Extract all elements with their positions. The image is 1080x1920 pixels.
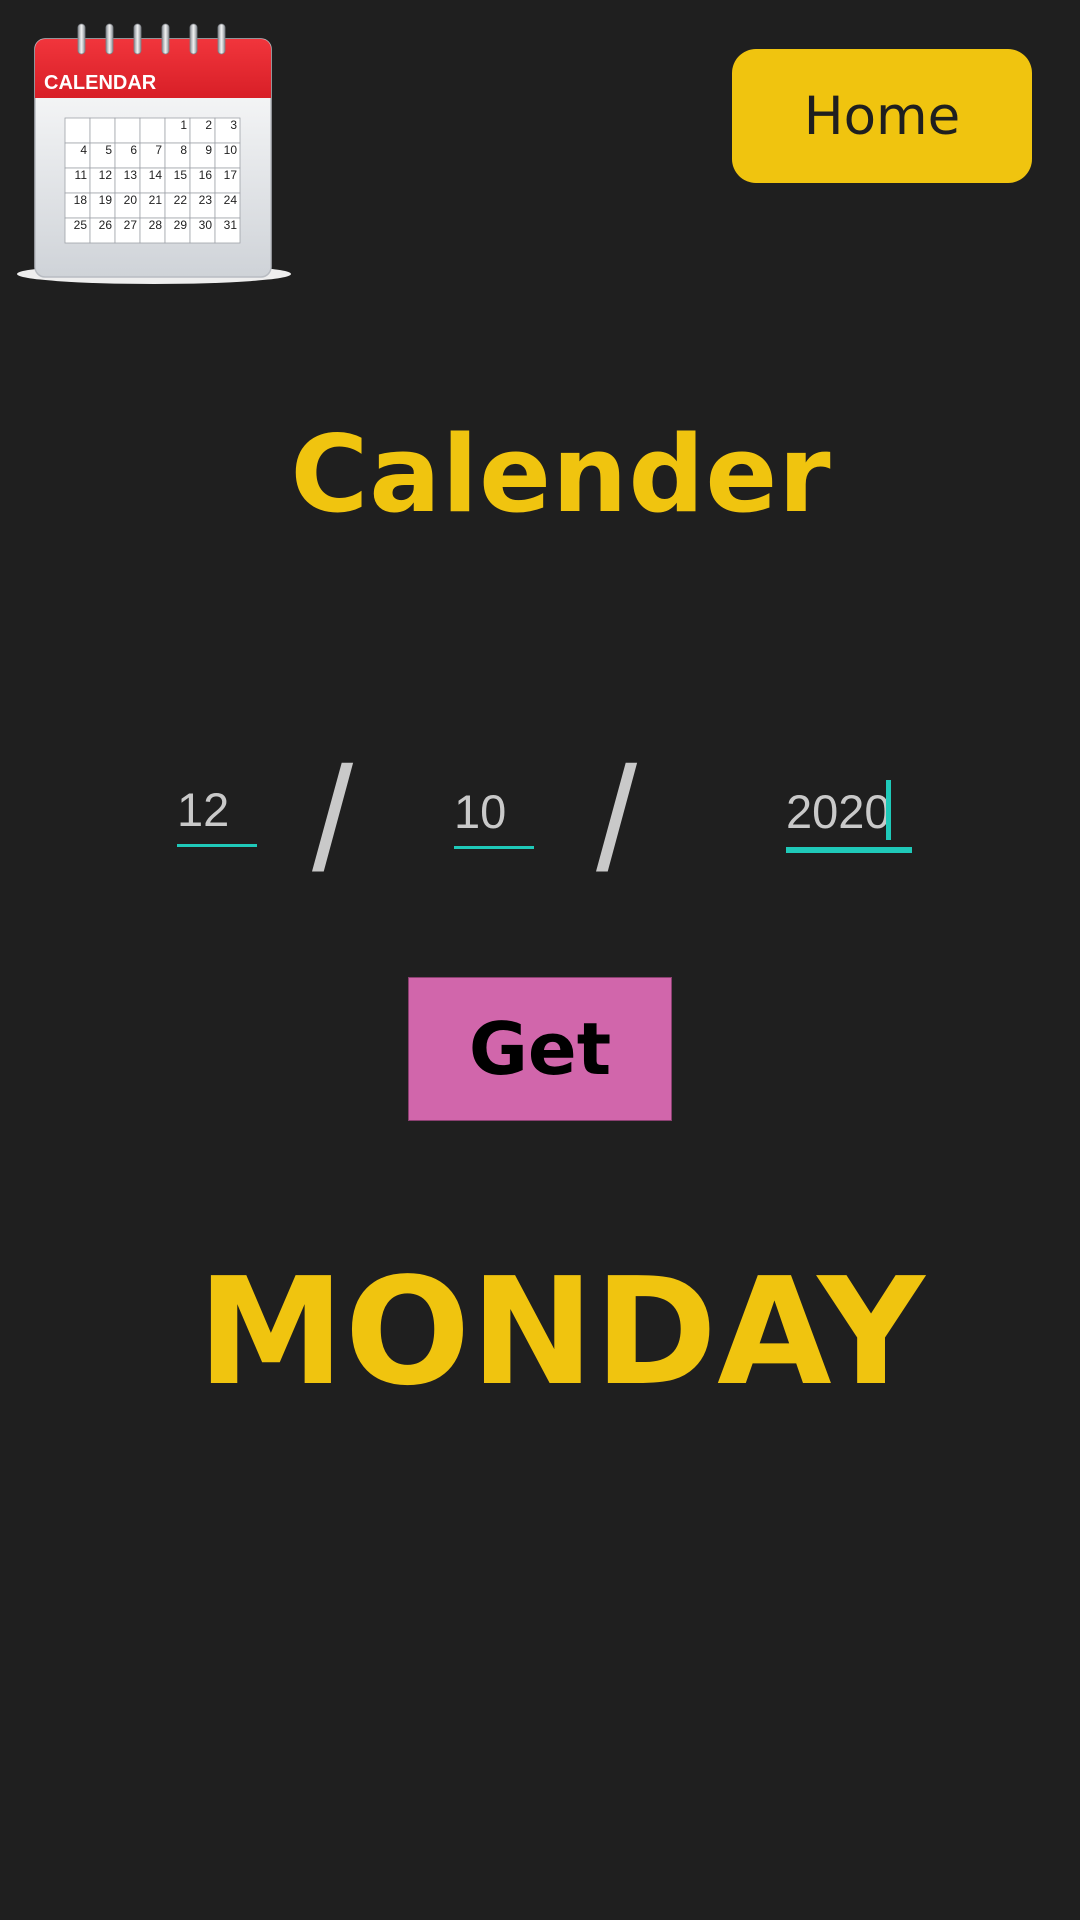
month-input[interactable]: 10 [454,784,534,850]
calendar-logo-day: 22 [174,193,188,207]
month-input-underline [454,846,534,849]
calendar-logo-day: 9 [205,143,212,157]
calendar-logo-day: 29 [174,218,188,232]
calendar-logo-cell [64,117,91,144]
calendar-logo-day: 16 [199,168,213,182]
day-input[interactable]: 12 [177,782,257,848]
calendar-logo-day: 24 [224,193,238,207]
calendar-logo-day: 30 [199,218,213,232]
day-input-underline [177,844,257,847]
calendar-logo-day: 8 [180,143,187,157]
calendar-logo-day: 23 [199,193,213,207]
calendar-logo-day: 10 [224,143,238,157]
text-cursor [886,780,891,840]
home-button[interactable]: Home [732,49,1032,183]
day-input-value: 12 [177,783,230,836]
calendar-logo-day: 11 [75,168,88,182]
calendar-logo-day: 14 [149,168,163,182]
calendar-logo-cell [89,117,116,144]
calendar-logo-day: 27 [124,218,138,232]
calendar-logo-grid: 1 2 34 5 6 7 8 9 1011 12 13 14 15 16 1718 19 20 21 22 23 242… [64,117,241,244]
calendar-logo-day: 2 [205,118,212,132]
calendar-logo-day: 28 [149,218,163,232]
year-input[interactable]: 2020 [786,780,912,853]
date-separator: / [596,737,638,902]
calendar-logo-day: 31 [224,218,238,232]
result-day: MONDAY [197,1246,925,1418]
calendar-logo-day: 6 [130,143,137,157]
calendar-logo-day: 19 [99,193,113,207]
month-input-value: 10 [454,785,507,838]
calendar-logo-day: 3 [230,118,237,132]
calendar-logo-day: 4 [80,143,87,157]
calendar-logo-cell [114,117,141,144]
calendar-logo-day: 15 [174,168,188,182]
calendar-logo-day: 18 [74,193,88,207]
calendar-logo-day: 5 [105,143,112,157]
calendar-logo-day: 21 [149,193,163,207]
calendar-logo-day: 13 [124,168,138,182]
calendar-logo-day: 20 [124,193,138,207]
calendar-logo-day: 12 [99,168,113,182]
year-input-underline [786,847,912,853]
date-separator: / [312,737,354,902]
calendar-logo: CALENDAR 1 2 3 4 5 6 7 8 9 10 11 12 13 14 15 16 17 18 19 20… [16,22,292,287]
calendar-logo-day: 1 [180,118,187,132]
get-button[interactable]: Get [408,977,672,1121]
calendar-logo-day: 25 [74,218,88,232]
calendar-logo-cell [139,117,166,144]
page-title: Calender [290,413,832,536]
calendar-logo-label: CALENDAR [44,72,157,94]
calendar-logo-day: 7 [155,143,162,157]
year-input-value: 2020 [786,785,891,838]
calendar-logo-day: 17 [224,168,238,182]
calendar-logo-day: 26 [99,218,113,232]
